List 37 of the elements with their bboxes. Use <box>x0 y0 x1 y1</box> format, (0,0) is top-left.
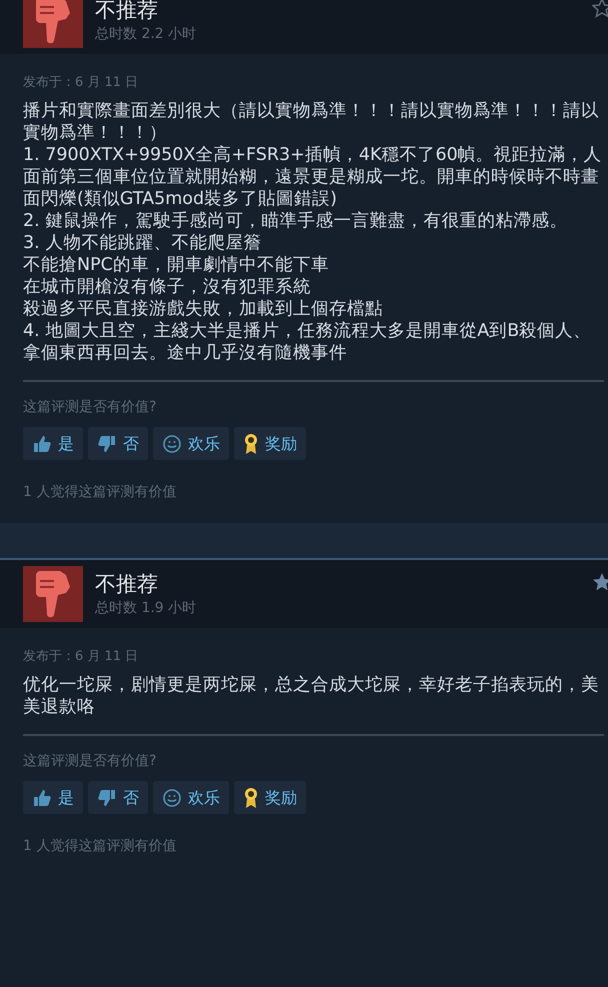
review-verdict: 不推荐 <box>95 571 159 598</box>
thumbs-up-icon <box>32 434 52 454</box>
star-icon[interactable] <box>592 572 608 592</box>
funny-button[interactable]: 欢乐 <box>153 781 229 814</box>
posted-date: 发布于：6 月 11 日 <box>23 74 140 92</box>
review-verdict: 不推荐 <box>95 0 159 24</box>
helpful-question: 这篇评测是否有价值? <box>23 398 158 417</box>
review-paragraph: 在城市開槍沒有條子，沒有犯罪系統 <box>23 276 312 298</box>
funny-button[interactable]: 欢乐 <box>153 427 229 460</box>
award-ribbon-icon <box>243 786 259 808</box>
review-paragraph: 3. 人物不能跳躍、不能爬屋簷 <box>23 232 262 254</box>
helpful-question: 这篇评测是否有价值? <box>23 752 158 771</box>
smiley-icon <box>162 788 182 808</box>
yes-button[interactable]: 是 <box>23 427 83 460</box>
thumbs-up-icon <box>32 788 52 808</box>
smiley-icon <box>162 434 182 454</box>
review-paragraph: 4. 地圖大且空，主綫大半是播片，任務流程大多是開車從A到B殺個人、拿個東西再回去。途中几乎沒有隨機事件 <box>23 320 592 364</box>
no-button[interactable]: 否 <box>88 427 148 460</box>
playtime-text: 总时数 2.2 小时 <box>95 25 198 44</box>
star-icon[interactable] <box>592 0 608 18</box>
award-button[interactable]: 奖励 <box>234 781 306 814</box>
no-button[interactable]: 否 <box>88 781 148 814</box>
award-button[interactable]: 奖励 <box>234 427 306 460</box>
helpful-count: 1 人觉得这篇评测有价值 <box>23 483 178 502</box>
yes-button[interactable]: 是 <box>23 781 83 814</box>
playtime-text: 总时数 1.9 小时 <box>95 599 198 618</box>
thumbs-down-icon <box>97 434 117 454</box>
review-paragraph: 不能搶NPC的車，開車劇情中不能下車 <box>23 254 330 276</box>
review-paragraph: 2. 鍵鼠操作，駕駛手感尚可，瞄準手感一言難盡，有很重的粘滯感。 <box>23 210 568 232</box>
posted-date: 发布于：6 月 11 日 <box>23 648 140 666</box>
thumbs-down-icon <box>97 788 117 808</box>
helpful-count: 1 人觉得这篇评测有价值 <box>23 837 178 856</box>
review-paragraph: 1. 7900XTX+9950X全高+FSR3+插幀，4K穩不了60幀。視距拉滿，人面前第三個車位位置就開始糊，遠景更是糊成一坨。開車的時候時不時畫面閃爍(類似GTA5mod裝多了貼圖錯誤) <box>23 144 603 210</box>
review-paragraph: 殺過多平民直接游戲失敗，加載到上個存檔點 <box>23 298 384 320</box>
award-ribbon-icon <box>243 432 259 454</box>
review-paragraph: 播片和實際畫面差別很大（請以實物爲準！！！請以實物爲準！！！請以實物爲準！！！） <box>23 100 600 144</box>
review-paragraph: 优化一坨屎，剧情更是两坨屎，总之合成大坨屎，幸好老子掐表玩的，美美退款咯 <box>23 674 600 718</box>
